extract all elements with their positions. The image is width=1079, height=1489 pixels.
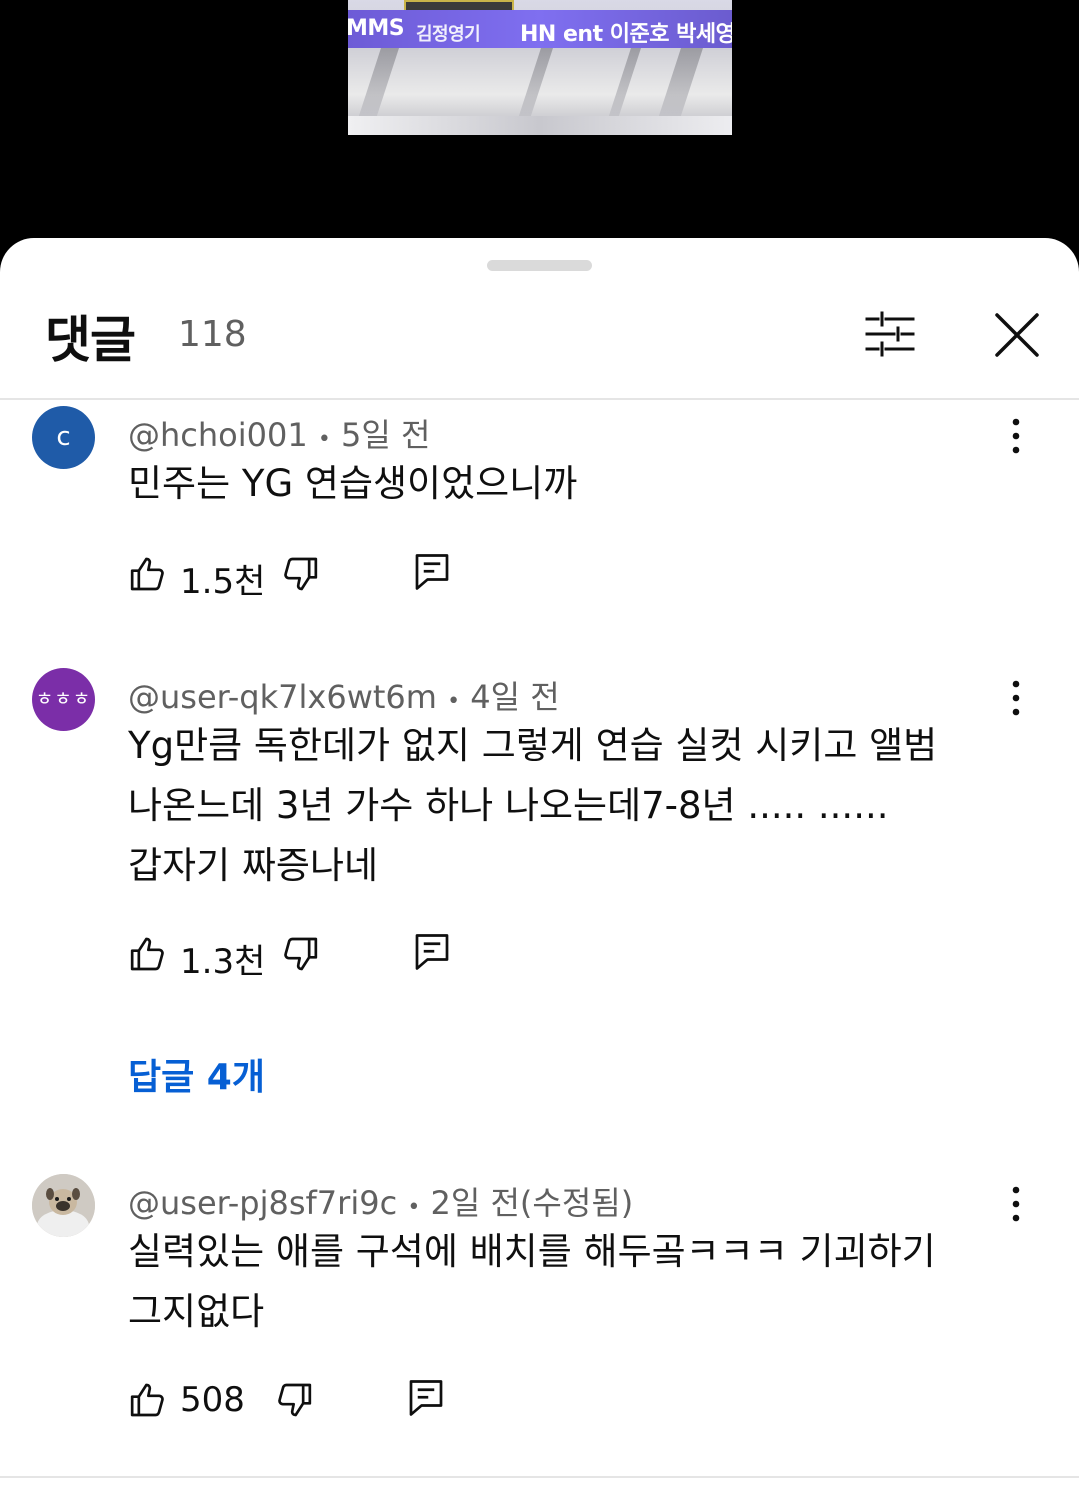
reply-icon[interactable] [408,1378,444,1418]
like-count: 1.5천 [180,562,266,602]
thumbs-down-icon[interactable] [280,934,320,974]
comment-meta: @user-qk7lx6wt6m • 4일 전 [128,672,560,718]
video-bottom-strip [348,116,732,135]
video-caption-right: HN ent 이준호 박세영 [520,22,732,47]
close-icon[interactable] [994,312,1040,358]
avatar[interactable]: ㅎㅎㅎ [32,668,95,731]
comment-actions: 508 [128,1376,468,1424]
comment-time: 4일 전 [470,678,560,716]
comment-author[interactable]: @user-qk7lx6wt6m [128,678,437,716]
video-caption-mid: 김정영기 [416,24,481,45]
dog-photo-icon [32,1174,95,1237]
more-vert-icon[interactable] [1002,678,1030,718]
comment-text: 실력있는 애를 구석에 배치를 해두곸ㅋㅋㅋ 기괴하기 그지없다 [128,1230,936,1333]
comment-text: Yg만큼 독한데가 없지 그렇게 연습 실컷 시키고 앨범 나온느데 3년 가수… [128,724,938,887]
video-player[interactable]: MMS 김정영기 HN ent 이준호 박세영 [0,0,1079,250]
like-count: 508 [180,1380,245,1420]
comment-meta: @hchoi001 • 5일 전 [128,410,430,456]
sort-filter-icon[interactable] [864,311,916,357]
meta-separator: • [317,427,331,452]
avatar[interactable] [32,1174,95,1237]
comment-author[interactable]: @user-pj8sf7ri9c [128,1184,397,1222]
view-replies-link[interactable]: 답글 4개 [128,1048,265,1100]
meta-separator: • [407,1195,421,1220]
thumbs-up-icon[interactable] [128,1380,168,1420]
comment-meta: @user-pj8sf7ri9c • 2일 전(수정됨) [128,1178,633,1224]
meta-separator: • [447,689,461,714]
thumbs-down-icon[interactable] [274,1380,314,1420]
reply-icon[interactable] [414,932,450,972]
thumbs-up-icon[interactable] [128,554,168,594]
header-divider [0,398,1079,400]
video-caption-left: MMS [348,16,405,41]
comments-count: 118 [178,314,247,355]
comment-actions: 1.5천 [128,550,468,602]
more-vert-icon[interactable] [1002,1184,1030,1224]
comment-text: 민주는 YG 연습생이었으니까 [128,462,578,505]
comments-title: 댓글 [45,311,136,369]
comment-time: 2일 전(수정됨) [430,1184,634,1222]
comment-actions: 1.3천 [128,930,468,982]
thumbs-down-icon[interactable] [280,554,320,594]
reply-icon[interactable] [414,552,450,592]
thumbs-up-icon[interactable] [128,934,168,974]
like-count: 1.3천 [180,942,266,982]
comments-sheet: 댓글 118 c @hchoi001 • 5일 전 민주는 YG 연습생이었으니… [0,238,1079,1489]
comment-author[interactable]: @hchoi001 [128,416,308,454]
list-divider [0,1476,1079,1478]
video-frame: MMS 김정영기 HN ent 이준호 박세영 [348,0,732,135]
avatar[interactable]: c [32,406,95,469]
comment-time: 5일 전 [341,416,431,454]
drag-handle[interactable] [487,260,592,271]
more-vert-icon[interactable] [1002,416,1030,456]
